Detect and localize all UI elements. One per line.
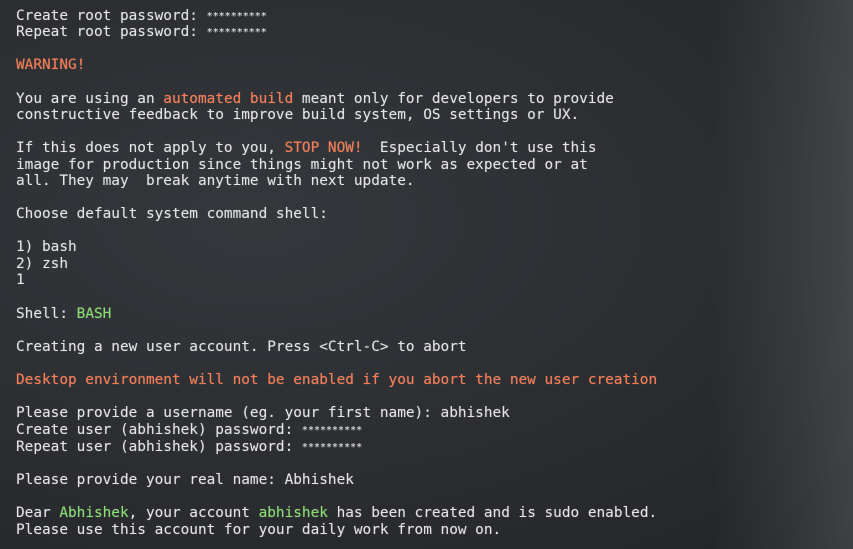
- user-password-prompt: Create user (abhishek) password:: [16, 422, 302, 438]
- shell-question: Choose default system command shell:: [16, 206, 328, 222]
- warning-line-3: If this does not apply to you, STOP NOW!…: [16, 140, 597, 157]
- shell-result-label: Shell:: [16, 306, 77, 322]
- root-password-prompt: Create root password:: [16, 8, 207, 24]
- terminal-screen[interactable]: Create root password: ********** Repeat …: [0, 0, 853, 549]
- account-created-text: has been created and is sudo enabled.: [327, 505, 658, 521]
- account-created-text: Dear: [16, 505, 60, 521]
- real-name-highlight: Abhishek: [59, 505, 129, 521]
- warning-text: You are using an: [16, 91, 164, 107]
- user-repeat-prompt: Repeat user (abhishek) password:: [16, 439, 302, 455]
- user-password-masked: **********: [301, 425, 363, 436]
- stop-now-highlight: STOP NOW!: [284, 140, 363, 156]
- automated-build-highlight: automated build: [163, 91, 294, 107]
- username-prompt-line: Please provide a username (eg. your firs…: [16, 405, 510, 421]
- realname-prompt-line: Please provide your real name: Abhishek: [16, 472, 354, 488]
- warning-text: meant only for developers to provide: [293, 91, 614, 107]
- warning-text: Especially don't use this: [362, 140, 597, 156]
- shell-input: 1: [16, 272, 25, 288]
- warning-line-5: all. They may break anytime with next up…: [16, 173, 415, 189]
- account-created-line: Dear Abhishek, your account abhishek has…: [16, 505, 657, 522]
- root-repeat-prompt: Repeat root password:: [16, 24, 207, 40]
- user-repeat-line: Repeat user (abhishek) password: *******…: [16, 439, 362, 457]
- root-password-masked: **********: [206, 11, 267, 22]
- desktop-warning-line: Desktop environment will not be enabled …: [16, 372, 658, 388]
- warning-line-2: constructive feedback to improve build s…: [16, 107, 580, 123]
- creating-user-line: Creating a new user account. Press <Ctrl…: [16, 339, 467, 355]
- user-repeat-masked: **********: [301, 442, 363, 453]
- daily-use-line: Please use this account for your daily w…: [16, 522, 502, 538]
- root-password-line: Create root password: **********: [16, 8, 267, 26]
- warning-line-4: image for production since things might …: [16, 157, 588, 173]
- root-repeat-masked: **********: [206, 27, 267, 38]
- user-password-line: Create user (abhishek) password: *******…: [16, 422, 362, 440]
- warning-heading: WARNING!: [16, 57, 86, 73]
- username-highlight: abhishek: [258, 505, 328, 521]
- screen-glare: [713, 0, 853, 549]
- shell-result-line: Shell: BASH: [16, 306, 111, 323]
- warning-text: If this does not apply to you,: [16, 140, 285, 156]
- shell-option-zsh: 2) zsh: [16, 256, 68, 272]
- warning-line-1: You are using an automated build meant o…: [16, 91, 614, 108]
- root-repeat-line: Repeat root password: **********: [16, 24, 267, 42]
- shell-option-bash: 1) bash: [16, 239, 77, 255]
- account-created-text: , your account: [128, 505, 259, 521]
- shell-result-value: BASH: [76, 306, 112, 322]
